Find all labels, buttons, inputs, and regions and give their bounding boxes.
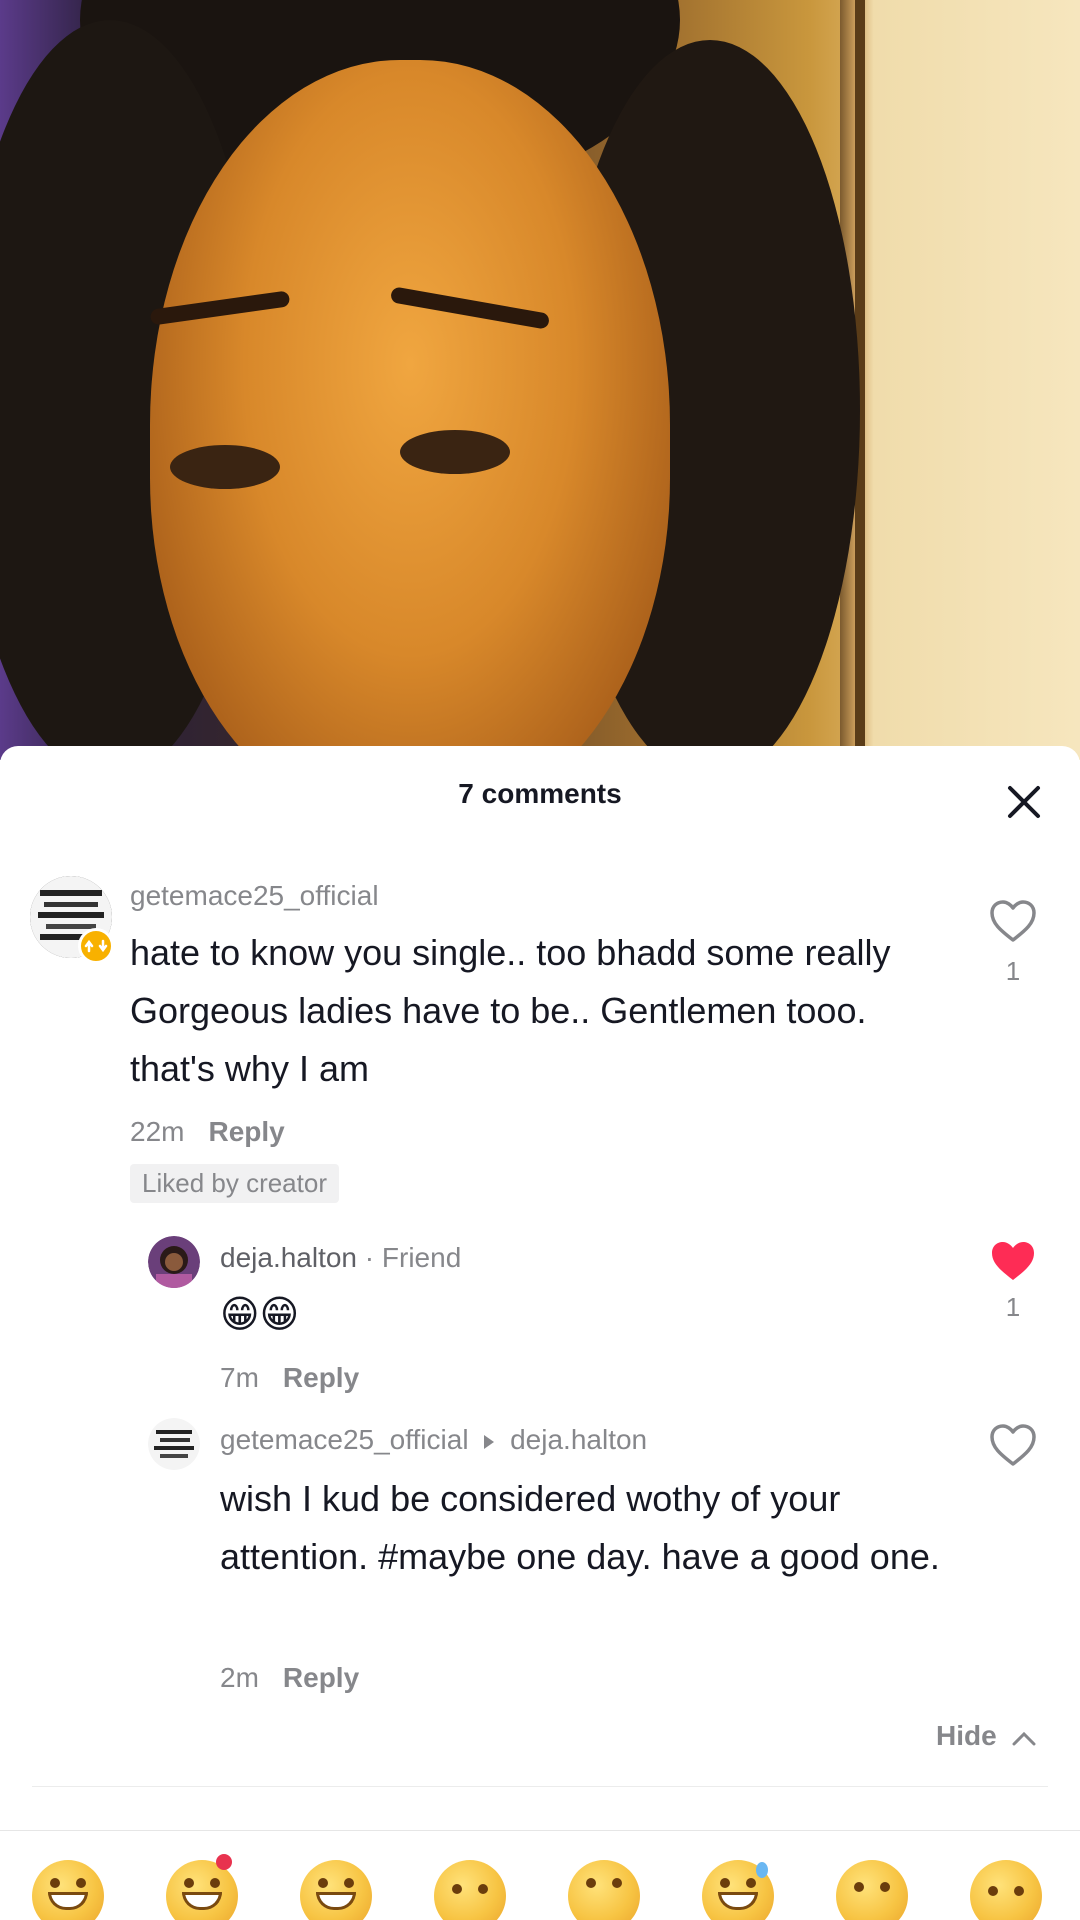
like-button[interactable]: [988, 1238, 1038, 1289]
repost-badge: [78, 928, 114, 964]
avatar[interactable]: [148, 1418, 200, 1470]
heart-outline-icon: [990, 900, 1036, 942]
comment-meta: 7m Reply: [220, 1362, 359, 1394]
avatar[interactable]: [148, 1236, 200, 1288]
reply-button[interactable]: Reply: [283, 1362, 359, 1393]
video-subject-face: [150, 60, 670, 760]
smiling-face-with-hearts-icon[interactable]: [166, 1854, 238, 1920]
reply-button[interactable]: Reply: [283, 1662, 359, 1693]
close-button[interactable]: [1002, 780, 1046, 824]
comment-meta: 2m Reply: [220, 1662, 359, 1694]
heart-outline-icon: [990, 1424, 1036, 1466]
comment-time: 22m: [130, 1116, 185, 1147]
like-button[interactable]: [988, 898, 1038, 949]
like-count: 1: [1005, 1292, 1021, 1322]
heart-filled-icon: [992, 1242, 1034, 1280]
hide-replies-button[interactable]: Hide: [936, 1720, 1038, 1752]
relieved-face-icon[interactable]: [970, 1860, 1042, 1920]
comment-text: hate to know you single.. too bhadd some…: [130, 932, 891, 1089]
comment-username: deja.halton · Friend: [220, 1242, 461, 1274]
emoji-quick-bar: [0, 1846, 1080, 1920]
comment-time: 7m: [220, 1362, 259, 1393]
face-with-tears-of-joy-icon[interactable]: [300, 1860, 372, 1920]
reply-to-username[interactable]: deja.halton: [510, 1424, 647, 1455]
divider: [0, 1830, 1080, 1831]
comments-sheet: 7 comments getemace25_official hate to k…: [0, 746, 1080, 1920]
divider: [32, 1786, 1048, 1787]
username-link[interactable]: deja.halton: [220, 1242, 357, 1273]
close-icon: [1008, 786, 1040, 818]
background-door: [840, 0, 1080, 760]
chevron-up-icon: [1012, 1731, 1036, 1746]
comment-time: 2m: [220, 1662, 259, 1693]
like-count: 1: [1005, 956, 1021, 986]
repost-icon: [84, 939, 108, 953]
comments-count-title: 7 comments: [458, 778, 622, 809]
friend-tag: · Friend: [364, 1242, 462, 1273]
video-player[interactable]: [0, 0, 1080, 760]
reply-button[interactable]: Reply: [208, 1116, 284, 1147]
comment-meta: 22m Reply: [130, 1116, 285, 1148]
liked-by-creator-badge: Liked by creator: [130, 1164, 339, 1203]
comment-username[interactable]: getemace25_official: [130, 880, 379, 912]
like-button[interactable]: [988, 1422, 1038, 1473]
comment-text: 😁😁: [220, 1294, 300, 1336]
username-link[interactable]: getemace25_official: [220, 1424, 469, 1455]
comment-username: getemace25_official deja.halton: [220, 1424, 647, 1456]
grinning-face-icon[interactable]: [32, 1860, 104, 1920]
reply-arrow-icon: [484, 1434, 495, 1449]
hide-label: Hide: [936, 1720, 997, 1751]
grinning-face-with-sweat-icon[interactable]: [702, 1860, 774, 1920]
smirking-face-icon[interactable]: [568, 1860, 640, 1920]
comment-text: wish I kud be considered wothy of your a…: [220, 1478, 940, 1577]
flushed-face-icon[interactable]: [434, 1860, 506, 1920]
pleading-face-icon[interactable]: [836, 1860, 908, 1920]
